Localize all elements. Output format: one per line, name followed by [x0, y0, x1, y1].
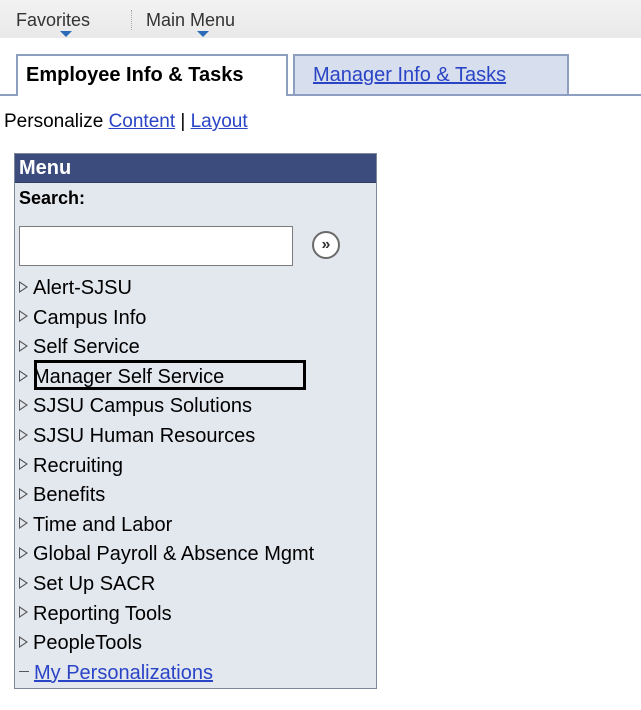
- page-tabs: Employee Info & Tasks Manager Info & Tas…: [0, 38, 641, 96]
- menu-item-label: Recruiting: [33, 454, 124, 477]
- menu-search-input[interactable]: [19, 226, 293, 266]
- favorites-menu[interactable]: Favorites: [16, 9, 91, 37]
- menu-item-label: Reporting Tools: [33, 602, 172, 625]
- menu-item-set-up-sacr[interactable]: Set Up SACR: [19, 570, 369, 600]
- menu-item-label: SJSU Human Resources: [33, 424, 256, 447]
- main-menu-dropdown-icon: [197, 31, 209, 37]
- menu-item-label: Campus Info: [33, 306, 147, 329]
- menu-item-label: Benefits: [33, 484, 106, 507]
- tab-manager-info-label: Manager Info & Tasks: [313, 64, 507, 86]
- favorites-dropdown-icon: [60, 31, 72, 37]
- expand-triangle-icon: [19, 487, 28, 500]
- main-menu-label: Main Menu: [146, 10, 236, 30]
- tab-manager-info[interactable]: Manager Info & Tasks: [293, 54, 569, 94]
- personalize-prefix: Personalize: [4, 111, 109, 132]
- top-nav-bar: Favorites Main Menu: [0, 0, 641, 38]
- menu-item-manager-self-service[interactable]: Manager Self Service: [19, 363, 369, 393]
- menu-item-label: Time and Labor: [33, 513, 173, 536]
- tab-employee-info[interactable]: Employee Info & Tasks: [16, 54, 288, 96]
- menu-item-label: Set Up SACR: [33, 572, 156, 595]
- personalize-separator: |: [175, 111, 191, 132]
- expand-triangle-icon: [19, 369, 28, 382]
- menu-pagelet: Menu Search: » Alert-SJSU Campus Info Se…: [14, 153, 377, 689]
- menu-item-peopletools[interactable]: PeopleTools: [19, 629, 369, 659]
- expand-triangle-icon: [19, 606, 28, 619]
- expand-triangle-icon: [19, 280, 28, 293]
- menu-item-label: PeopleTools: [33, 632, 142, 655]
- menu-item-label: Manager Self Service: [33, 365, 225, 388]
- favorites-label: Favorites: [16, 10, 91, 30]
- menu-item-recruiting[interactable]: Recruiting: [19, 452, 369, 482]
- menu-item-my-personalizations[interactable]: My Personalizations: [19, 659, 369, 689]
- personalize-layout-link[interactable]: Layout: [191, 111, 248, 132]
- topbar-divider: [131, 10, 133, 30]
- menu-item-label: Self Service: [33, 336, 140, 359]
- personalize-bar: Personalize Content | Layout: [4, 110, 248, 134]
- expand-triangle-icon: [19, 576, 28, 589]
- expand-triangle-icon: [19, 458, 28, 471]
- menu-item-time-and-labor[interactable]: Time and Labor: [19, 511, 369, 541]
- menu-list: Alert-SJSU Campus Info Self Service Mana…: [19, 274, 369, 688]
- menu-item-label: SJSU Campus Solutions: [33, 395, 252, 418]
- expand-triangle-icon: [19, 635, 28, 648]
- menu-item-benefits[interactable]: Benefits: [19, 481, 369, 511]
- search-go-icon[interactable]: »: [312, 231, 340, 259]
- collapse-dash-icon: [19, 670, 29, 672]
- menu-header: Menu: [15, 154, 376, 183]
- menu-item-campus-info[interactable]: Campus Info: [19, 304, 369, 334]
- menu-title: Menu: [19, 157, 72, 179]
- menu-item-alert-sjsu[interactable]: Alert-SJSU: [19, 274, 369, 304]
- menu-item-self-service[interactable]: Self Service: [19, 333, 369, 363]
- expand-triangle-icon: [19, 339, 28, 352]
- menu-item-label: Alert-SJSU: [33, 277, 132, 299]
- main-menu[interactable]: Main Menu: [146, 9, 236, 37]
- expand-triangle-icon: [19, 517, 28, 530]
- menu-item-global-payroll[interactable]: Global Payroll & Absence Mgmt: [19, 540, 369, 570]
- menu-item-label: My Personalizations: [34, 661, 213, 684]
- expand-triangle-icon: [19, 428, 28, 441]
- search-label: Search:: [19, 188, 86, 208]
- personalize-content-link[interactable]: Content: [109, 111, 176, 132]
- expand-triangle-icon: [19, 310, 28, 323]
- expand-triangle-icon: [19, 399, 28, 412]
- tab-employee-info-label: Employee Info & Tasks: [26, 64, 244, 86]
- menu-item-sjsu-human-resources[interactable]: SJSU Human Resources: [19, 422, 369, 452]
- menu-item-reporting-tools[interactable]: Reporting Tools: [19, 600, 369, 630]
- expand-triangle-icon: [19, 547, 28, 560]
- menu-item-label: Global Payroll & Absence Mgmt: [33, 543, 315, 566]
- menu-item-sjsu-campus-solutions[interactable]: SJSU Campus Solutions: [19, 392, 369, 422]
